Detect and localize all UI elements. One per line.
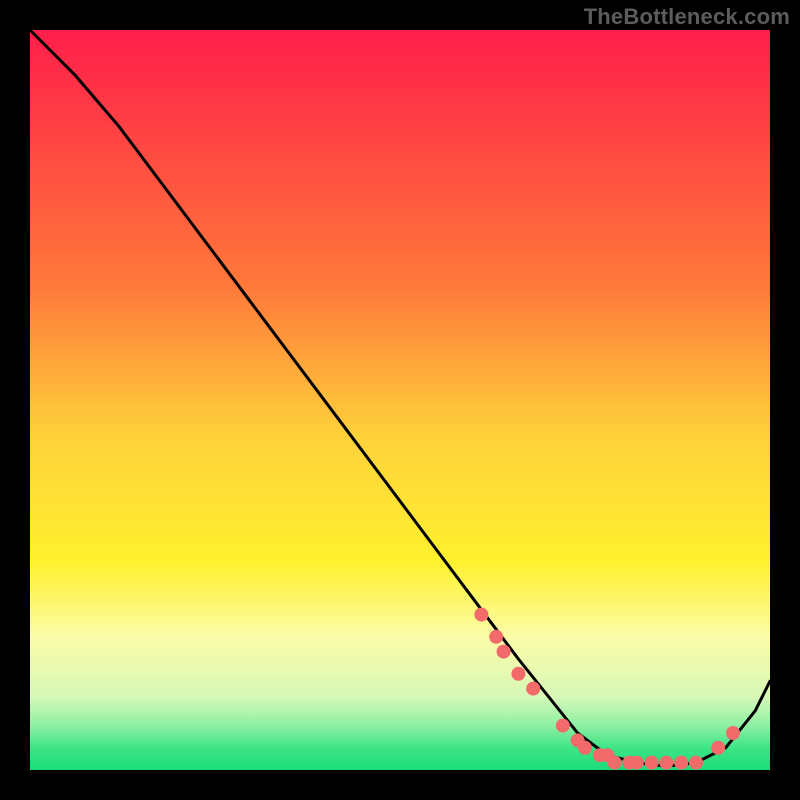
dot [689,756,703,770]
dot [645,756,659,770]
dot [578,741,592,755]
dot [630,756,644,770]
dot [474,608,488,622]
dot [556,719,570,733]
dot [711,741,725,755]
dot [489,630,503,644]
gradient-panel [30,30,770,770]
dot [526,682,540,696]
dot [511,667,525,681]
chart-stage: TheBottleneck.com [0,0,800,800]
bottleneck-chart [0,0,800,800]
dot [608,756,622,770]
watermark-text: TheBottleneck.com [584,4,790,30]
dot [497,645,511,659]
dot [726,726,740,740]
dot [659,756,673,770]
dot [674,756,688,770]
